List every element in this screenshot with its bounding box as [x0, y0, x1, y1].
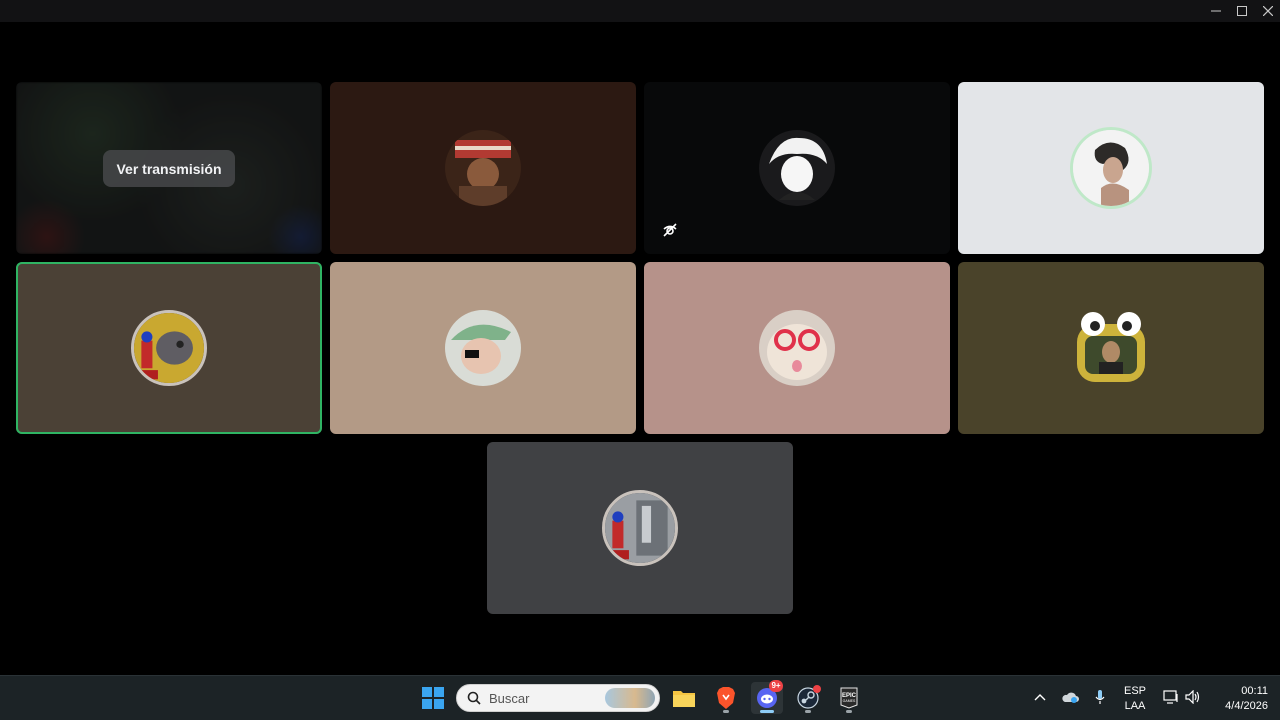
stream-tile[interactable]: Ver transmisión [16, 82, 322, 254]
epic-games-icon[interactable]: EPIC GAMES [833, 682, 865, 714]
search-placeholder: Buscar [489, 690, 530, 706]
language-label: ESP [1123, 685, 1146, 697]
notification-dot [813, 685, 821, 693]
network-icon[interactable] [1162, 688, 1180, 706]
running-indicator [723, 710, 729, 713]
participant-tile-speaking[interactable] [16, 262, 322, 434]
avatar [759, 310, 835, 386]
chevron-up-icon[interactable] [1031, 688, 1049, 706]
notification-badge: 9+ [769, 680, 783, 692]
participant-tile[interactable] [330, 262, 636, 434]
search-highlight-image [605, 688, 655, 708]
discord-icon[interactable]: 9+ [751, 680, 783, 714]
avatar [602, 490, 678, 566]
file-explorer-icon[interactable] [668, 682, 700, 714]
taskbar-search[interactable]: Buscar [456, 684, 660, 712]
microphone-icon[interactable] [1091, 688, 1109, 706]
running-indicator [846, 710, 852, 713]
participant-tile[interactable] [958, 82, 1264, 254]
clock-time: 00:11 [1241, 685, 1268, 697]
running-indicator [805, 710, 811, 713]
discord-call-window: Ver transmisión Buscar 9+ EPIC GAMES ESP… [0, 0, 1280, 720]
clock-date: 4/4/2026 [1225, 700, 1268, 712]
participant-tile[interactable] [644, 262, 950, 434]
minimize-icon[interactable] [1203, 0, 1229, 22]
participant-tile[interactable] [487, 442, 793, 614]
keyboard-layout-label: LAA [1124, 700, 1146, 712]
participant-tile[interactable] [958, 262, 1264, 434]
title-bar [0, 0, 1280, 22]
avatar [1073, 310, 1149, 386]
running-indicator [760, 710, 774, 713]
language-indicator[interactable]: ESP LAA [1120, 684, 1150, 714]
avatar [445, 310, 521, 386]
avatar [1073, 130, 1149, 206]
avatar [759, 130, 835, 206]
avatar [131, 310, 207, 386]
search-icon [467, 691, 481, 705]
windows-start-icon[interactable] [417, 682, 449, 714]
steam-icon[interactable] [792, 682, 824, 714]
clock[interactable]: 00:11 4/4/2026 [1210, 684, 1268, 714]
participant-tile[interactable] [644, 82, 950, 254]
volume-icon[interactable] [1184, 688, 1202, 706]
camera-off-icon [660, 220, 680, 240]
avatar [445, 130, 521, 206]
watch-stream-button[interactable]: Ver transmisión [103, 150, 235, 187]
svg-text:GAMES: GAMES [843, 699, 856, 703]
maximize-icon[interactable] [1229, 0, 1255, 22]
close-icon[interactable] [1255, 0, 1280, 22]
brave-browser-icon[interactable] [710, 682, 742, 714]
participant-tile[interactable] [330, 82, 636, 254]
onedrive-icon[interactable] [1061, 688, 1079, 706]
